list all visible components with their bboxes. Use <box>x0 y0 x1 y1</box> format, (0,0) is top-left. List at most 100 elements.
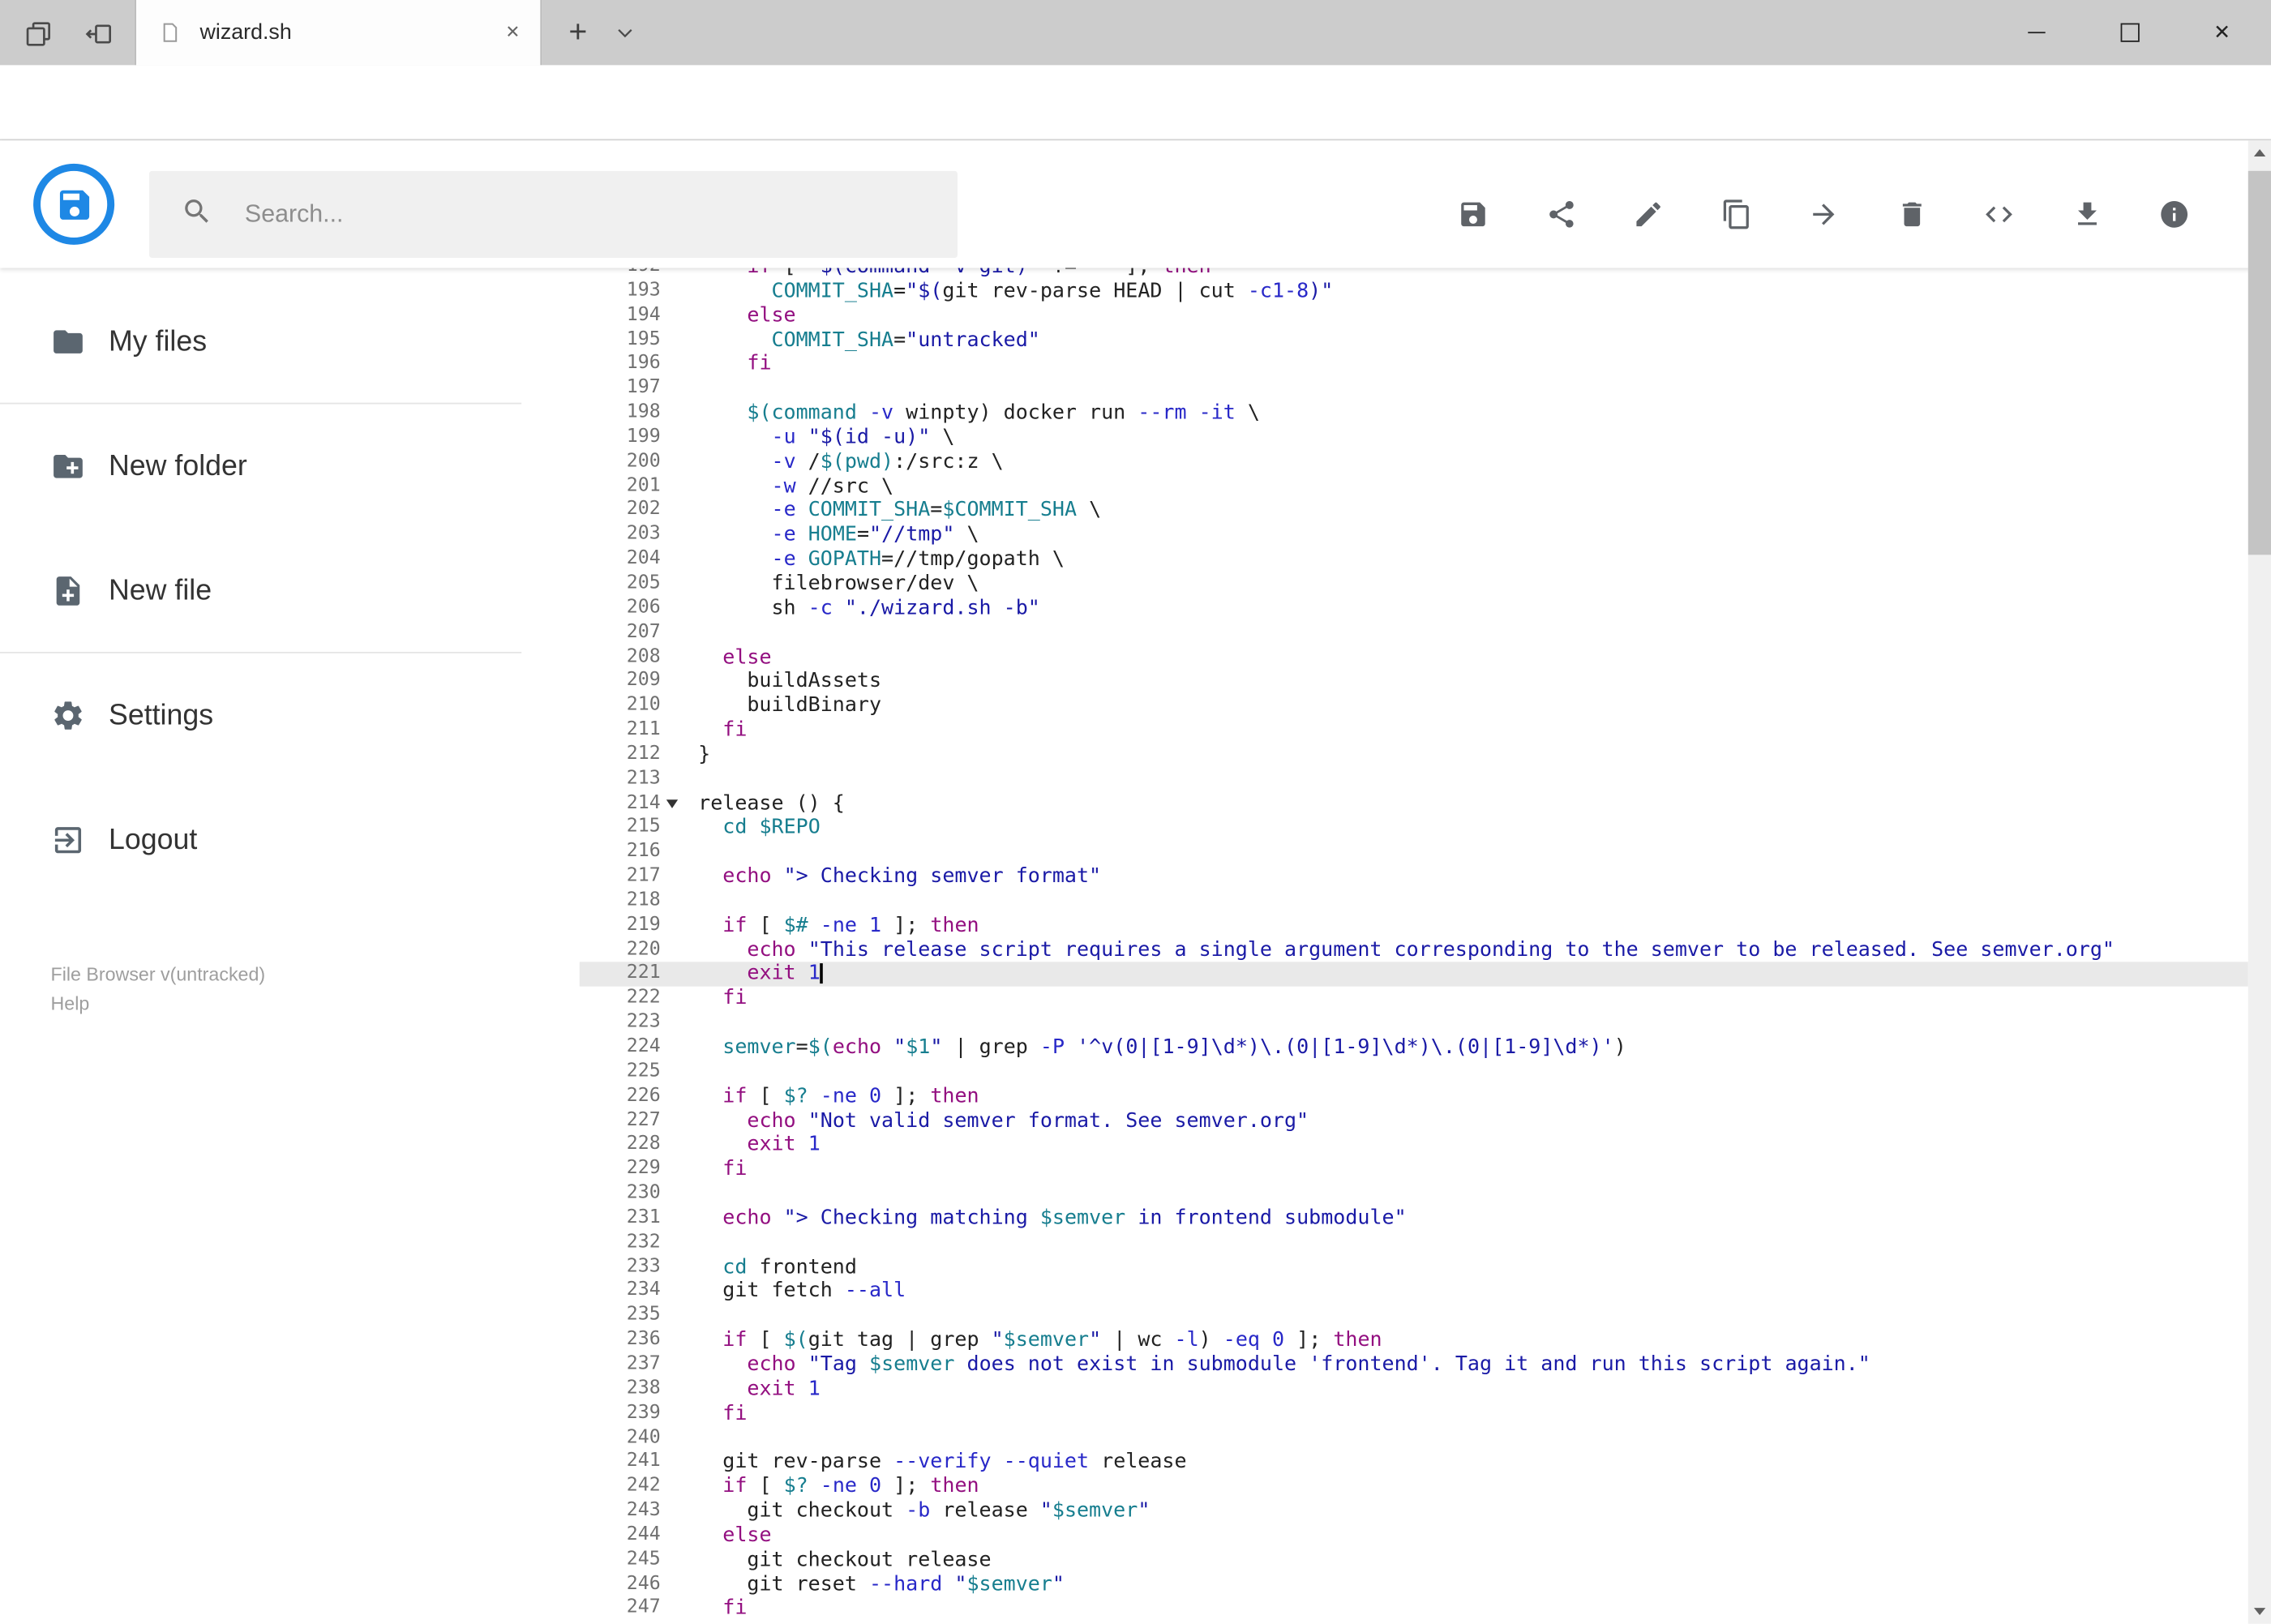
code-line-208[interactable]: 208 else <box>580 645 2248 670</box>
code-line-193[interactable]: 193 COMMIT_SHA="$(git rev-parse HEAD | c… <box>580 280 2248 304</box>
share-button[interactable] <box>1517 180 1605 250</box>
code-text: else <box>722 1523 772 1547</box>
sidebar-item-new-file[interactable]: New file <box>0 551 580 632</box>
code-text: release () { <box>698 791 845 816</box>
code-line-221[interactable]: 221 exit 1 <box>579 962 2248 988</box>
line-number: 233 <box>626 1255 661 1278</box>
code-line-218[interactable]: 218 <box>580 889 2248 914</box>
code-line-196[interactable]: 196 fi <box>580 353 2248 377</box>
code-line-245[interactable]: 245 git checkout release <box>580 1548 2248 1572</box>
code-button[interactable] <box>1956 180 2043 250</box>
copy-icon <box>1723 199 1749 229</box>
code-line-205[interactable]: 205 filebrowser/dev \ <box>580 572 2248 597</box>
code-line-214[interactable]: 214 release () { <box>580 791 2248 816</box>
code-line-213[interactable]: 213 <box>580 767 2248 791</box>
new-tab-button[interactable]: + <box>556 0 600 65</box>
logout-icon <box>54 827 82 854</box>
code-line-206[interactable]: 206 sh -c "./wizard.sh -b" <box>580 597 2248 621</box>
tab-preview-icon[interactable] <box>81 16 116 51</box>
code-line-229[interactable]: 229 fi <box>580 1158 2248 1182</box>
code-line-233[interactable]: 233 cd frontend <box>580 1255 2248 1279</box>
browser-tab[interactable]: wizard.sh ✕ <box>135 0 542 66</box>
code-line-199[interactable]: 199 -u "$(id -u)" \ <box>580 426 2248 450</box>
info-button[interactable] <box>2131 180 2218 250</box>
code-line-224[interactable]: 224 semver=$(echo "$1" | grep -P '^v(0|[… <box>580 1035 2248 1060</box>
code-line-223[interactable]: 223 <box>580 1011 2248 1035</box>
code-line-198[interactable]: 198 $(command -v winpty) docker run --rm… <box>580 401 2248 426</box>
code-line-195[interactable]: 195 COMMIT_SHA="untracked" <box>580 328 2248 353</box>
code-line-241[interactable]: 241 git rev-parse --verify --quiet relea… <box>580 1450 2248 1475</box>
code-line-244[interactable]: 244 else <box>580 1523 2248 1548</box>
code-editor[interactable]: 192 if [ "$(command -v git)" != "" ]; th… <box>579 268 2248 1624</box>
scroll-up-arrow[interactable] <box>2248 140 2271 165</box>
scroll-down-arrow[interactable] <box>2248 1599 2271 1623</box>
sidebar-item-my-files[interactable]: My files <box>0 302 580 383</box>
code-line-216[interactable]: 216 <box>580 841 2248 865</box>
sidebar-item-new-folder[interactable]: New folder <box>0 426 580 507</box>
move-button[interactable] <box>1780 180 1868 250</box>
code-line-227[interactable]: 227 echo "Not valid semver format. See s… <box>580 1109 2248 1133</box>
code-line-194[interactable]: 194 else <box>580 304 2248 328</box>
code-line-225[interactable]: 225 <box>580 1061 2248 1085</box>
code-line-202[interactable]: 202 -e COMMIT_SHA=$COMMIT_SHA \ <box>580 499 2248 523</box>
line-number: 224 <box>626 1035 661 1058</box>
code-line-237[interactable]: 237 echo "Tag $semver does not exist in … <box>580 1353 2248 1378</box>
maximize-button[interactable] <box>2083 0 2175 65</box>
close-tab-button[interactable]: ✕ <box>505 0 520 65</box>
code-line-220[interactable]: 220 echo "This release script requires a… <box>580 938 2248 962</box>
code-line-228[interactable]: 228 exit 1 <box>580 1133 2248 1158</box>
fold-toggle-icon[interactable] <box>666 799 679 809</box>
code-line-234[interactable]: 234 git fetch --all <box>580 1279 2248 1304</box>
tab-list-chevron-icon[interactable] <box>615 22 636 51</box>
code-line-211[interactable]: 211 fi <box>580 718 2248 743</box>
code-line-235[interactable]: 235 <box>580 1304 2248 1328</box>
save-button[interactable] <box>1429 180 1517 250</box>
search-box[interactable] <box>149 170 958 259</box>
code-line-236[interactable]: 236 if [ $(git tag | grep "$semver" | wc… <box>580 1329 2248 1353</box>
sidebar-item-logout[interactable]: Logout <box>0 799 580 881</box>
code-line-203[interactable]: 203 -e HOME="//tmp" \ <box>580 523 2248 547</box>
code-line-200[interactable]: 200 -v /$(pwd):/src:z \ <box>580 450 2248 474</box>
code-line-239[interactable]: 239 fi <box>580 1402 2248 1426</box>
code-line-197[interactable]: 197 <box>580 377 2248 401</box>
code-line-201[interactable]: 201 -w //src \ <box>580 474 2248 499</box>
code-line-246[interactable]: 246 git reset --hard "$semver" <box>580 1572 2248 1596</box>
code-line-207[interactable]: 207 <box>580 621 2248 645</box>
set-aside-tabs-icon[interactable] <box>20 16 55 51</box>
code-line-204[interactable]: 204 -e GOPATH=//tmp/gopath \ <box>580 548 2248 572</box>
search-input[interactable] <box>242 198 885 231</box>
code-line-226[interactable]: 226 if [ $? -ne 0 ]; then <box>580 1085 2248 1109</box>
code-line-192[interactable]: 192 if [ "$(command -v git)" != "" ]; th… <box>580 268 2248 280</box>
code-line-247[interactable]: 247 fi <box>580 1597 2248 1622</box>
download-button[interactable] <box>2043 180 2131 250</box>
sidebar-item-label: Logout <box>108 823 198 855</box>
copy-button[interactable] <box>1693 180 1780 250</box>
code-line-210[interactable]: 210 buildBinary <box>580 694 2248 718</box>
line-number: 196 <box>626 352 661 375</box>
code-line-209[interactable]: 209 buildAssets <box>580 670 2248 694</box>
line-number: 245 <box>626 1548 661 1570</box>
code-line-238[interactable]: 238 exit 1 <box>580 1378 2248 1402</box>
help-link[interactable]: Help <box>51 989 266 1018</box>
code-text: fi <box>722 987 748 1010</box>
code-line-230[interactable]: 230 <box>580 1182 2248 1206</box>
code-line-232[interactable]: 232 <box>580 1231 2248 1255</box>
code-line-212[interactable]: 212} <box>580 743 2248 767</box>
code-line-217[interactable]: 217 echo "> Checking semver format" <box>580 865 2248 889</box>
sidebar-item-settings[interactable]: Settings <box>0 675 580 756</box>
scrollbar-thumb[interactable] <box>2247 170 2271 555</box>
code-line-219[interactable]: 219 if [ $# -ne 1 ]; then <box>580 914 2248 938</box>
code-line-242[interactable]: 242 if [ $? -ne 0 ]; then <box>580 1475 2248 1499</box>
delete-button[interactable] <box>1868 180 1956 250</box>
page-scrollbar[interactable] <box>2247 140 2271 1624</box>
code-line-222[interactable]: 222 fi <box>580 987 2248 1011</box>
code-line-231[interactable]: 231 echo "> Checking matching $semver in… <box>580 1206 2248 1231</box>
tab-title: wizard.sh <box>199 20 292 45</box>
minimize-button[interactable] <box>1990 0 2083 65</box>
code-line-215[interactable]: 215 cd $REPO <box>580 816 2248 841</box>
code-line-240[interactable]: 240 <box>580 1426 2248 1450</box>
screen: wizard.sh ✕ + ✕ filebrowse <box>0 0 2271 1624</box>
rename-button[interactable] <box>1605 180 1693 250</box>
code-line-243[interactable]: 243 git checkout -b release "$semver" <box>580 1499 2248 1523</box>
close-window-button[interactable]: ✕ <box>2175 0 2268 65</box>
